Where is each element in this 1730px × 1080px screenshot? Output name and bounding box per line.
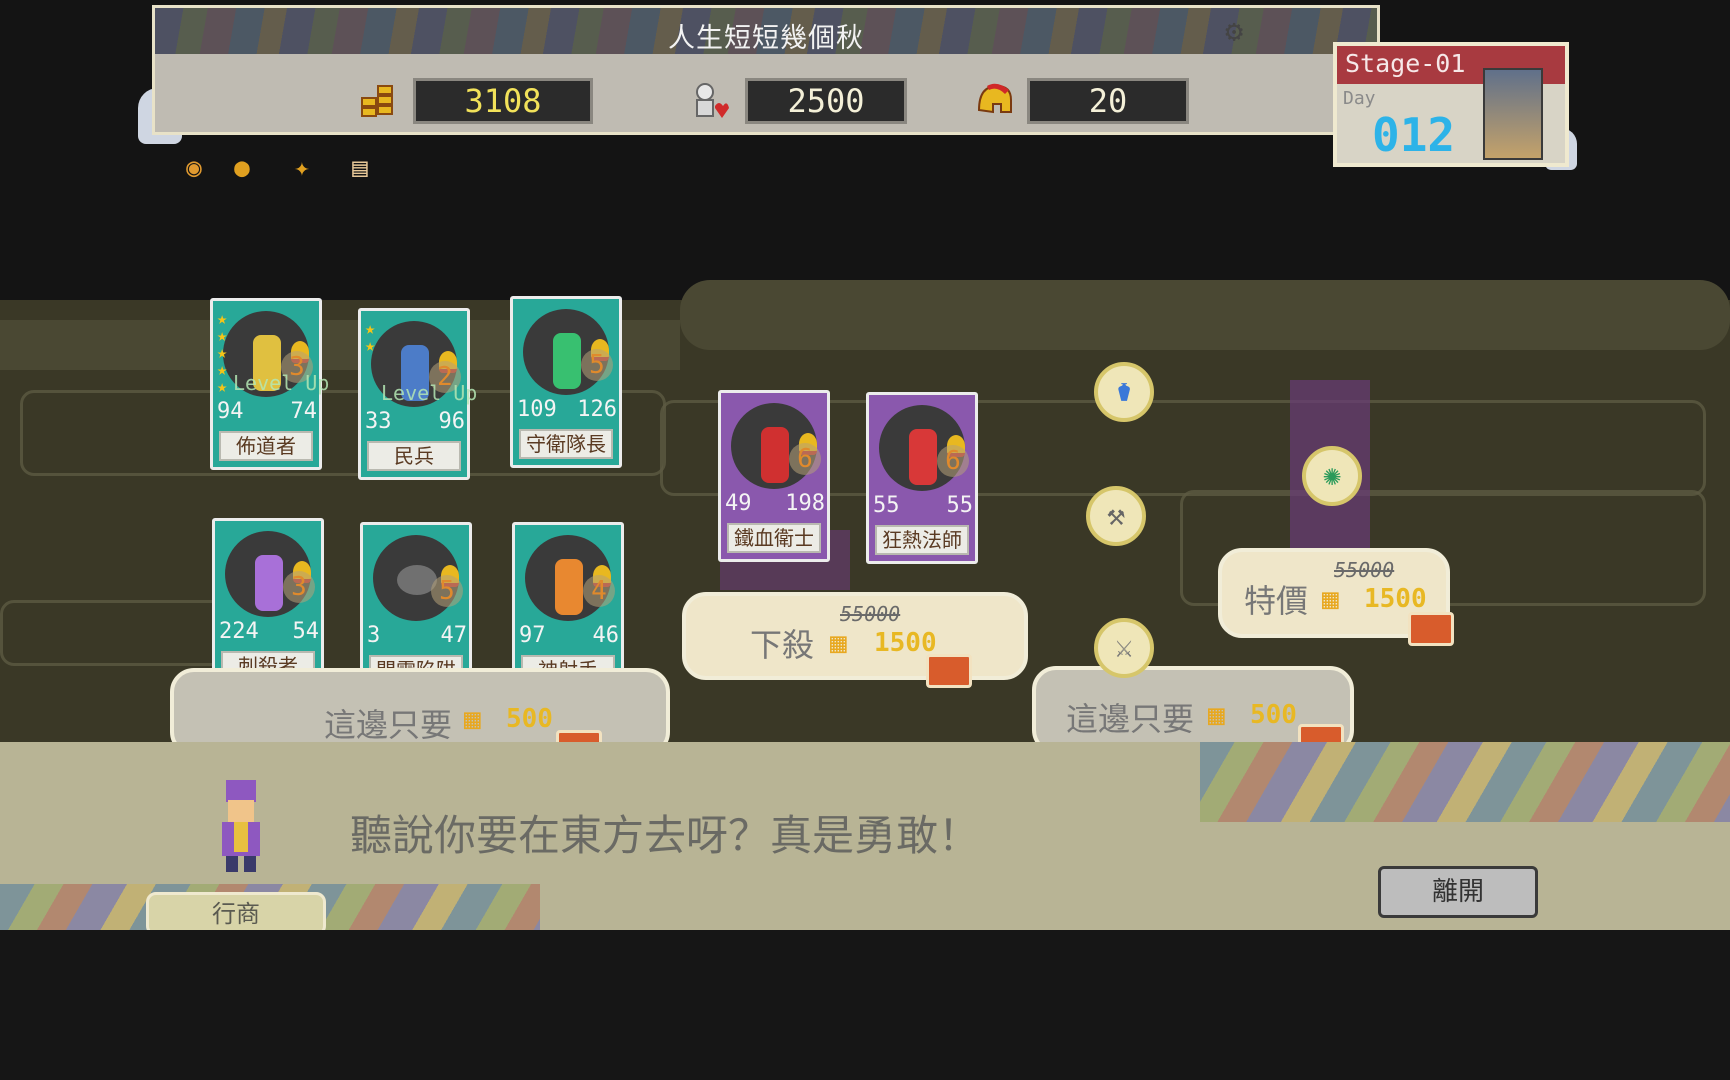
- unit-card[interactable]: 5 109 126 守衛隊長: [510, 296, 622, 468]
- unit-sprite: [553, 333, 581, 389]
- top-resource-bar: 人生短短幾個秋 ⚙ 3108 2500 20: [152, 5, 1380, 135]
- discount-offer-plate[interactable]: 下殺 55000 ▦ 1500: [682, 592, 1028, 688]
- unit-attack: 33: [365, 409, 392, 434]
- offer-old-price: 55000: [840, 602, 901, 626]
- potion-icon[interactable]: ⚱: [1094, 362, 1154, 422]
- stage-panel: Stage-01 Day 012: [1333, 42, 1569, 167]
- game-title: 人生短短幾個秋: [668, 23, 864, 54]
- offer-label: 這邊只要: [324, 706, 453, 744]
- population-amount: 2500: [745, 78, 907, 124]
- gold-coins-icon: ▦: [830, 626, 847, 659]
- unit-level: 5: [431, 575, 463, 607]
- offer-label: 下殺: [750, 626, 815, 664]
- unit-attack: 49: [725, 491, 752, 516]
- unit-card[interactable]: ★ ★ ★ ★ ★ 3 Level Up 94 74 佈道者: [210, 298, 329, 470]
- gold-coins-icon: ▦: [1322, 582, 1339, 615]
- rare-unit-card[interactable]: 6 49 198 鐵血衛士: [718, 390, 830, 562]
- unit-attack: 109: [517, 397, 557, 422]
- unit-name: 狂熱法師: [875, 525, 969, 555]
- sword-icon[interactable]: ⚔: [1094, 618, 1154, 678]
- unit-level: 6: [937, 445, 969, 477]
- spiral-blade-icon[interactable]: ✺: [1302, 446, 1362, 506]
- unit-card[interactable]: ★ ★ 2 Level Up 33 96 民兵: [358, 308, 477, 480]
- magic-wand-icon[interactable]: ✦: [284, 150, 320, 186]
- unit-attack: 55: [873, 493, 900, 518]
- population-heart-icon: [696, 83, 729, 118]
- unit-attack: 97: [519, 623, 546, 648]
- gold-amount: 3108: [413, 78, 593, 124]
- unit-level: 4: [583, 575, 615, 607]
- helmet-amount: 20: [1027, 78, 1189, 124]
- money-bag-icon[interactable]: ●: [224, 150, 260, 186]
- stage-boss-portrait: [1483, 68, 1543, 160]
- unit-sprite: [761, 427, 789, 483]
- gear-icon[interactable]: ⚙: [1218, 16, 1250, 48]
- helmet-icon: [977, 83, 1012, 114]
- shopping-cart-icon[interactable]: [926, 654, 972, 688]
- unit-sprite: [255, 555, 283, 611]
- unit-name: 鐵血衛士: [727, 523, 821, 553]
- merchant-portrait: [222, 780, 260, 872]
- gold-coins-icon: ▦: [1208, 698, 1225, 731]
- unit-sprite: [555, 559, 583, 615]
- unit-name: 民兵: [367, 441, 461, 471]
- unit-attack: 3: [367, 623, 381, 648]
- gold-coins-icon: [361, 85, 393, 117]
- unit-attack: 94: [217, 399, 244, 424]
- level-up-text: Level Up: [233, 371, 330, 395]
- offer-label: 特價: [1244, 582, 1309, 620]
- shopping-cart-icon[interactable]: [1408, 612, 1454, 646]
- star-rating: ★ ★ ★ ★ ★: [217, 309, 228, 397]
- day-counter: 012: [1372, 108, 1456, 162]
- stage-label: Stage-01: [1345, 49, 1466, 78]
- axe-icon[interactable]: ⚒: [1086, 486, 1146, 546]
- day-label: Day: [1343, 88, 1376, 109]
- unit-level: 3: [283, 571, 315, 603]
- gold-coins-icon: ▦: [464, 702, 481, 735]
- rare-unit-card[interactable]: 6 55 55 狂熱法師: [866, 392, 978, 564]
- unit-level: 6: [789, 443, 821, 475]
- unit-hp: 47: [440, 623, 468, 648]
- unit-hp: 96: [438, 409, 466, 434]
- unit-hp: 46: [592, 623, 620, 648]
- scroll-icon[interactable]: ▤: [342, 150, 378, 186]
- star-rating: ★ ★: [365, 319, 376, 356]
- leave-button[interactable]: 離開: [1378, 866, 1538, 918]
- offer-price: 500: [1250, 700, 1297, 730]
- bottom-dark-area: [0, 930, 1730, 1080]
- offer-old-price: 55000: [1334, 558, 1395, 582]
- unit-sprite: [909, 429, 937, 485]
- unit-card[interactable]: 3 224 54 刺殺者: [212, 518, 324, 690]
- unit-hp: 54: [292, 619, 320, 644]
- unit-attack: 224: [219, 619, 259, 644]
- unit-hp: 55: [946, 493, 974, 518]
- offer-label: 這邊只要: [1066, 700, 1195, 738]
- offer-price: 1500: [1364, 584, 1427, 614]
- unit-hp: 198: [785, 491, 825, 516]
- dialog-text: 聽說你要在東方去呀？真是勇敢！: [350, 811, 981, 860]
- unit-hp: 126: [577, 397, 617, 422]
- unit-name: 佈道者: [219, 431, 313, 461]
- eye-icon[interactable]: ◉: [176, 150, 212, 186]
- unit-name: 守衛隊長: [519, 429, 613, 459]
- unit-level: 5: [581, 349, 613, 381]
- special-offer-plate[interactable]: 特價 55000 ▦ 1500: [1218, 548, 1454, 646]
- unit-hp: 74: [290, 399, 318, 424]
- level-up-text: Level Up: [381, 381, 478, 405]
- offer-price: 500: [506, 704, 553, 734]
- item-offer-plate[interactable]: 這邊只要 ▦ 500: [1032, 666, 1354, 758]
